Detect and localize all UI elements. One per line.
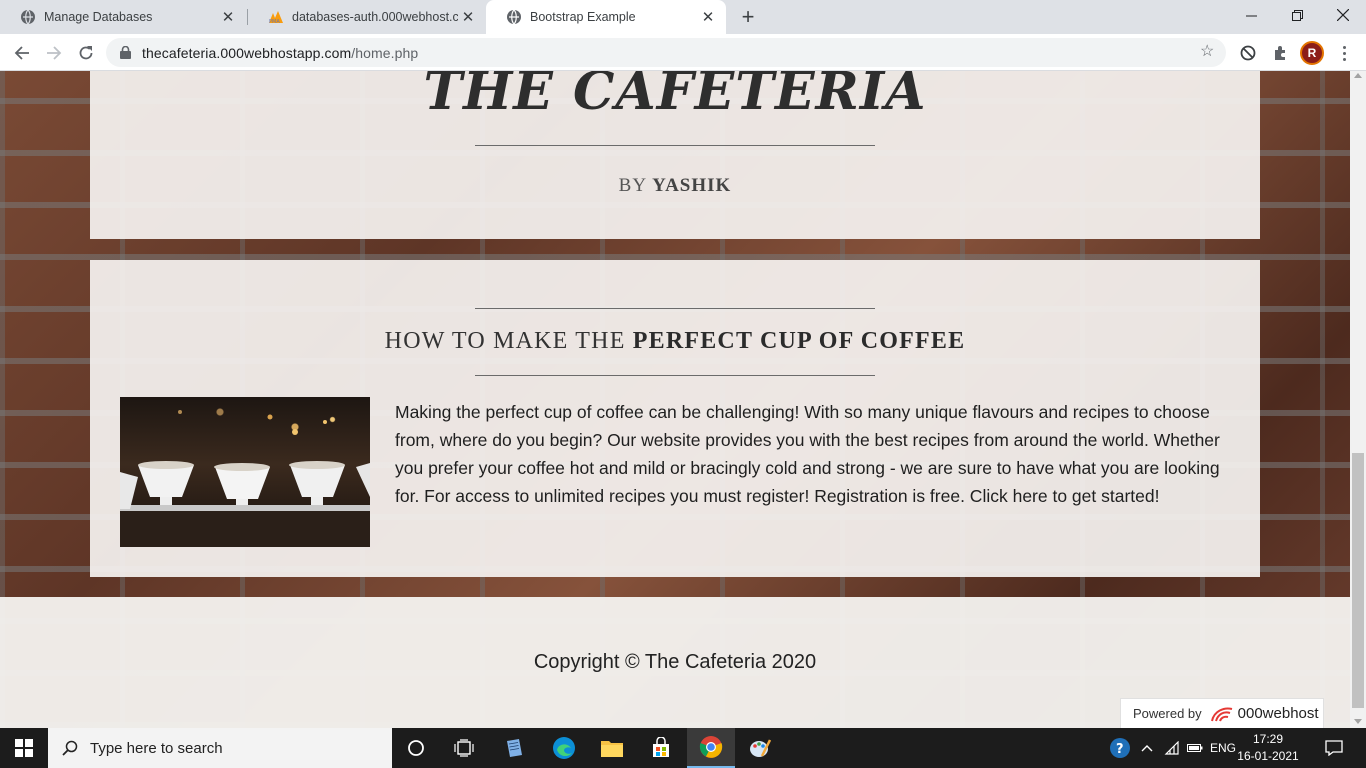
- address-bar[interactable]: thecafeteria.000webhostapp.com/home.php …: [106, 38, 1226, 67]
- chrome-app-icon[interactable]: [687, 728, 735, 768]
- page-scrollbar[interactable]: [1350, 71, 1366, 728]
- divider: [475, 145, 875, 146]
- minimize-button[interactable]: [1228, 0, 1274, 30]
- restore-button[interactable]: [1274, 0, 1320, 30]
- bookmark-star-icon[interactable]: ☆: [1200, 44, 1216, 60]
- byline-name: YASHIK: [652, 175, 732, 196]
- phpmyadmin-icon: PMA: [268, 9, 284, 25]
- byline-prefix: BY: [618, 175, 647, 196]
- restore-icon: [1291, 9, 1303, 21]
- header-panel: THE CAFETERIA BY YASHIK: [90, 71, 1260, 239]
- divider: [475, 375, 875, 376]
- battery-icon[interactable]: [1184, 728, 1206, 768]
- url-text: thecafeteria.000webhostapp.com/home.php: [142, 45, 418, 61]
- tab-strip: Manage Databases ✕ PMA databases-auth.00…: [0, 0, 1366, 34]
- start-button[interactable]: [0, 728, 48, 768]
- reload-icon: [79, 46, 93, 60]
- taskbar-search[interactable]: Type here to search: [48, 728, 392, 768]
- tab-title: databases-auth.000webhost.com: [292, 10, 458, 24]
- lock-icon: [120, 46, 132, 60]
- copyright-text: Copyright © The Cafeteria 2020: [533, 651, 817, 673]
- notepad-app-icon[interactable]: [490, 728, 538, 768]
- scrollbar-thumb[interactable]: [1352, 453, 1364, 708]
- intro-paragraph: Making the perfect cup of coffee can be …: [395, 402, 1220, 506]
- close-icon[interactable]: ✕: [218, 7, 238, 27]
- cortana-icon[interactable]: [392, 728, 440, 768]
- windows-taskbar: Type here to search ? ENG 17:29 16-01-20…: [0, 728, 1366, 768]
- coffee-drippers-image: [120, 397, 370, 547]
- close-window-button[interactable]: [1320, 0, 1366, 30]
- tab-title: Bootstrap Example: [530, 10, 636, 24]
- section-heading: HOW TO MAKE THE PERFECT CUP OF COFFEE: [90, 328, 1260, 355]
- site-footer: Copyright © The Cafeteria 2020 Powered b…: [0, 597, 1350, 728]
- profile-avatar[interactable]: R: [1300, 41, 1324, 65]
- heading-light: HOW TO MAKE THE: [384, 328, 626, 354]
- extensions-puzzle-icon[interactable]: [1269, 42, 1291, 64]
- back-button[interactable]: [8, 39, 36, 67]
- menu-kebab-icon[interactable]: [1334, 42, 1354, 64]
- url-path: /home.php: [351, 44, 419, 61]
- arrow-left-icon: [14, 46, 29, 60]
- webhost-logo-icon: [1210, 705, 1234, 723]
- new-tab-button[interactable]: +: [736, 4, 760, 29]
- tab-databases-auth[interactable]: PMA databases-auth.000webhost.com ✕: [248, 0, 486, 34]
- svg-text:?: ?: [1116, 742, 1124, 757]
- browser-toolbar: thecafeteria.000webhostapp.com/home.php …: [0, 34, 1366, 71]
- url-host: thecafeteria.000webhostapp.com: [142, 44, 352, 61]
- close-icon[interactable]: ✕: [458, 7, 478, 27]
- system-clock[interactable]: 17:29 16-01-2021: [1236, 731, 1300, 765]
- reload-button[interactable]: [72, 39, 100, 67]
- powered-by-label: Powered by: [1133, 706, 1202, 721]
- paint-app-icon[interactable]: [736, 728, 784, 768]
- clock-date: 16-01-2021: [1237, 749, 1299, 763]
- scroll-down-arrow-icon[interactable]: [1354, 719, 1362, 724]
- forward-button[interactable]: [40, 39, 68, 67]
- close-icon: [1337, 9, 1349, 21]
- windows-logo-icon: [15, 739, 33, 757]
- globe-icon: [20, 9, 36, 25]
- store-icon[interactable]: [637, 728, 685, 768]
- close-icon[interactable]: ✕: [698, 7, 718, 27]
- chevron-up-icon[interactable]: [1136, 728, 1158, 768]
- site-brand: THE CAFETERIA: [423, 71, 927, 122]
- task-view-icon[interactable]: [440, 728, 488, 768]
- arrow-right-icon: [47, 46, 62, 60]
- search-placeholder: Type here to search: [90, 739, 223, 757]
- tab-manage-databases[interactable]: Manage Databases ✕: [0, 0, 246, 34]
- tab-bootstrap-example[interactable]: Bootstrap Example ✕: [486, 0, 726, 34]
- edge-browser-icon[interactable]: [540, 728, 588, 768]
- notifications-icon[interactable]: [1316, 728, 1352, 768]
- scroll-up-arrow-icon[interactable]: [1354, 73, 1362, 78]
- wifi-icon[interactable]: [1160, 728, 1184, 768]
- powered-by-badge[interactable]: Powered by 000webhost: [1120, 698, 1324, 728]
- divider: [475, 308, 875, 309]
- powered-by-brand: 000webhost: [1237, 705, 1319, 722]
- clock-time: 17:29: [1252, 732, 1284, 746]
- block-extension-icon[interactable]: [1237, 42, 1259, 64]
- svg-text:PMA: PMA: [269, 19, 280, 24]
- search-icon: [62, 740, 78, 756]
- tab-title: Manage Databases: [44, 10, 153, 24]
- file-explorer-icon[interactable]: [588, 728, 636, 768]
- minimize-icon: [1245, 15, 1257, 16]
- heading-bold: PERFECT CUP OF COFFEE: [632, 328, 966, 354]
- help-question-icon[interactable]: ?: [1106, 728, 1134, 768]
- language-indicator[interactable]: ENG: [1208, 728, 1238, 768]
- page-viewport: THE CAFETERIA BY YASHIK HOW TO MAKE THE …: [0, 71, 1350, 728]
- intro-panel: HOW TO MAKE THE PERFECT CUP OF COFFEE Ma…: [90, 260, 1260, 577]
- site-byline: BY YASHIK: [90, 175, 1260, 197]
- globe-icon: [506, 9, 522, 25]
